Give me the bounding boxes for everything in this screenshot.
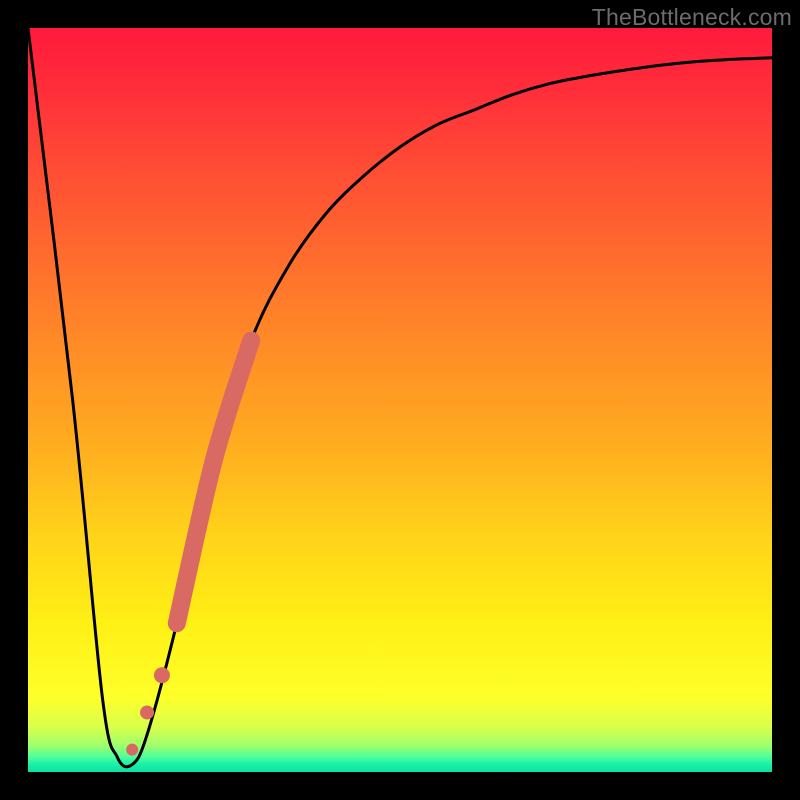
bottleneck-curve (28, 28, 772, 767)
highlight-dot-3 (126, 744, 138, 756)
highlight-segment (177, 340, 251, 623)
plot-area (28, 28, 772, 772)
highlight-dot-1 (154, 667, 170, 683)
highlight-dot-2 (140, 705, 154, 719)
chart-svg (28, 28, 772, 772)
chart-frame: TheBottleneck.com (0, 0, 800, 800)
watermark-text: TheBottleneck.com (592, 4, 792, 31)
